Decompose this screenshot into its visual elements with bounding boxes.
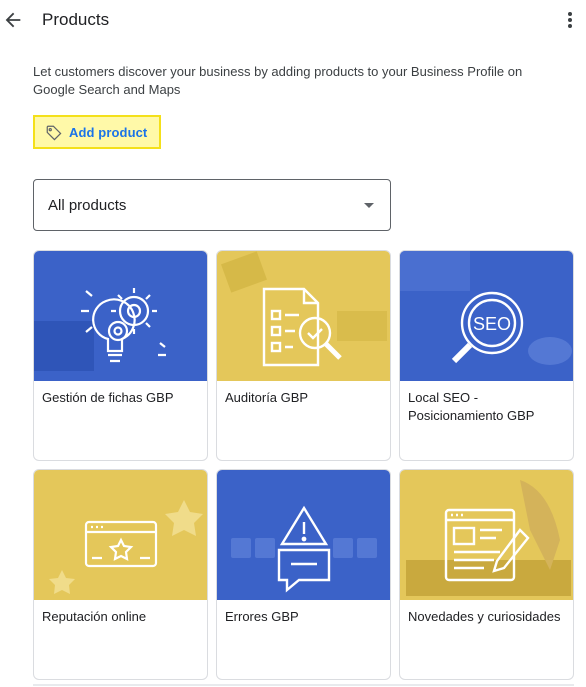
- product-image: SEO: [400, 251, 573, 381]
- top-bar: Products: [0, 0, 586, 42]
- product-card[interactable]: Errores GBP: [216, 469, 391, 680]
- warning-chat-icon: [231, 505, 377, 593]
- product-card[interactable]: Gestión de fichas GBP: [33, 250, 208, 461]
- product-image: [217, 470, 390, 600]
- divider: [33, 684, 574, 686]
- add-product-button[interactable]: Add product: [33, 115, 161, 149]
- news-pen-icon: [406, 480, 571, 596]
- more-options-icon[interactable]: [566, 12, 574, 32]
- browser-star-icon: [49, 500, 203, 594]
- seo-magnifier-icon: SEO: [400, 251, 572, 365]
- svg-text:SEO: SEO: [473, 314, 511, 334]
- tag-icon: [46, 125, 62, 141]
- filter-selected-value: All products: [48, 197, 127, 214]
- product-name: Auditoría GBP: [225, 390, 309, 405]
- back-arrow-icon[interactable]: [2, 9, 24, 31]
- product-name: Novedades y curiosidades: [408, 609, 561, 624]
- chevron-down-icon: [364, 203, 374, 208]
- add-product-label: Add product: [69, 125, 148, 140]
- product-image: [34, 251, 207, 381]
- page-title: Products: [42, 10, 110, 29]
- product-filter-dropdown[interactable]: All products: [33, 179, 391, 231]
- product-name: Gestión de fichas GBP: [42, 390, 174, 405]
- product-image: [217, 251, 390, 381]
- product-card[interactable]: Reputación online: [33, 469, 208, 680]
- product-image: [34, 470, 207, 600]
- product-card[interactable]: Auditoría GBP: [216, 250, 391, 461]
- product-name: Reputación online: [42, 609, 147, 624]
- lightbulb-gears-icon: [34, 288, 166, 371]
- product-card[interactable]: Novedades y curiosidades: [399, 469, 574, 680]
- product-image: [400, 470, 573, 600]
- product-name: Errores GBP: [225, 609, 299, 624]
- page-description: Let customers discover your business by …: [33, 64, 523, 97]
- checklist-magnifier-icon: [221, 251, 387, 367]
- product-name: Local SEO - Posicionamiento GBP: [408, 390, 535, 423]
- product-card[interactable]: SEO Local SEO - Posicionamiento GBP: [399, 250, 574, 461]
